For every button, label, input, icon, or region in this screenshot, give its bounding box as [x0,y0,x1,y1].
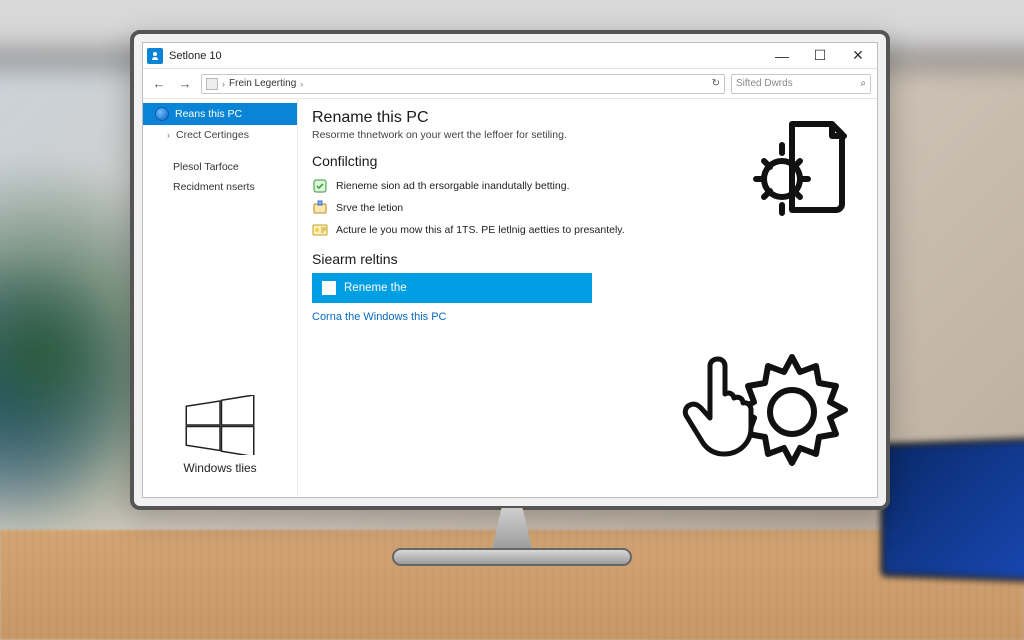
toolbar: ← → › Frein Legerting › ↻ Sifted Dwrds ⌕ [143,69,877,99]
windows-square-icon [322,281,336,295]
sidebar-item-label: Reans this PC [175,108,242,120]
setting-label: Rieneme sion ad th ersorgable inandutall… [336,180,569,192]
sidebar-item-recidment[interactable]: Recidment nserts [143,177,297,197]
search-input[interactable]: Sifted Dwrds ⌕ [731,74,871,94]
breadcrumb: Frein Legerting [229,78,296,89]
background-monitor [880,436,1024,583]
rename-button-label: Reneme the [344,282,407,294]
titlebar: Setlone 10 — ☐ ✕ [143,43,877,69]
app-window: Setlone 10 — ☐ ✕ ← → › Frein Legerting ›… [142,42,878,498]
chevron-right-icon: › [167,130,170,140]
setting-label: Acture le you mow this af 1TS. PE letlni… [336,224,625,236]
maximize-button[interactable]: ☐ [801,43,839,69]
main-content: Rename this PC Resorme thnetwork on your… [298,99,877,497]
window-title: Setlone 10 [169,50,222,62]
sidebar-item-label: Plesol Tarfoce [173,161,239,173]
section-heading: Siearm reltins [312,251,863,267]
disk-icon [312,200,328,216]
window-controls: — ☐ ✕ [763,43,877,69]
refresh-button[interactable]: ↻ [712,78,720,89]
pointing-hand-icon [678,349,768,459]
sidebar-item-label: Recidment nserts [173,181,255,193]
account-icon [312,222,328,238]
rename-button[interactable]: Reneme the [312,273,592,303]
globe-icon [155,107,169,121]
app-icon [147,48,163,64]
search-placeholder: Sifted Dwrds [736,78,793,89]
forward-button[interactable]: → [175,74,195,94]
monitor-base [392,548,632,566]
monitor-frame: Setlone 10 — ☐ ✕ ← → › Frein Legerting ›… [130,30,890,510]
chevron-right-icon: › [222,79,225,89]
search-icon: ⌕ [860,78,866,89]
windows-logo-icon [180,395,260,455]
sidebar-footer-label: Windows tlies [183,461,256,475]
shield-icon [312,178,328,194]
sidebar: Reans this PC › Crect Certinges Plesol T… [143,99,298,497]
address-icon [206,78,218,90]
sidebar-item-rename-pc[interactable]: Reans this PC [143,103,297,125]
gear-document-icon [737,109,857,229]
sidebar-item-plesol[interactable]: Plesol Tarfoce [143,157,297,177]
sidebar-item-settings[interactable]: › Crect Certinges [143,125,297,145]
back-button[interactable]: ← [149,74,169,94]
sidebar-item-label: Crect Certinges [176,129,249,141]
close-button[interactable]: ✕ [839,43,877,69]
setting-label: Srve the letion [336,202,403,214]
chevron-right-icon: › [300,79,303,89]
address-bar[interactable]: › Frein Legerting › ↻ [201,74,725,94]
sidebar-footer: Windows tlies [143,385,297,493]
minimize-button[interactable]: — [763,43,801,69]
link-windows-pc[interactable]: Corna the Windows this PC [312,311,447,323]
